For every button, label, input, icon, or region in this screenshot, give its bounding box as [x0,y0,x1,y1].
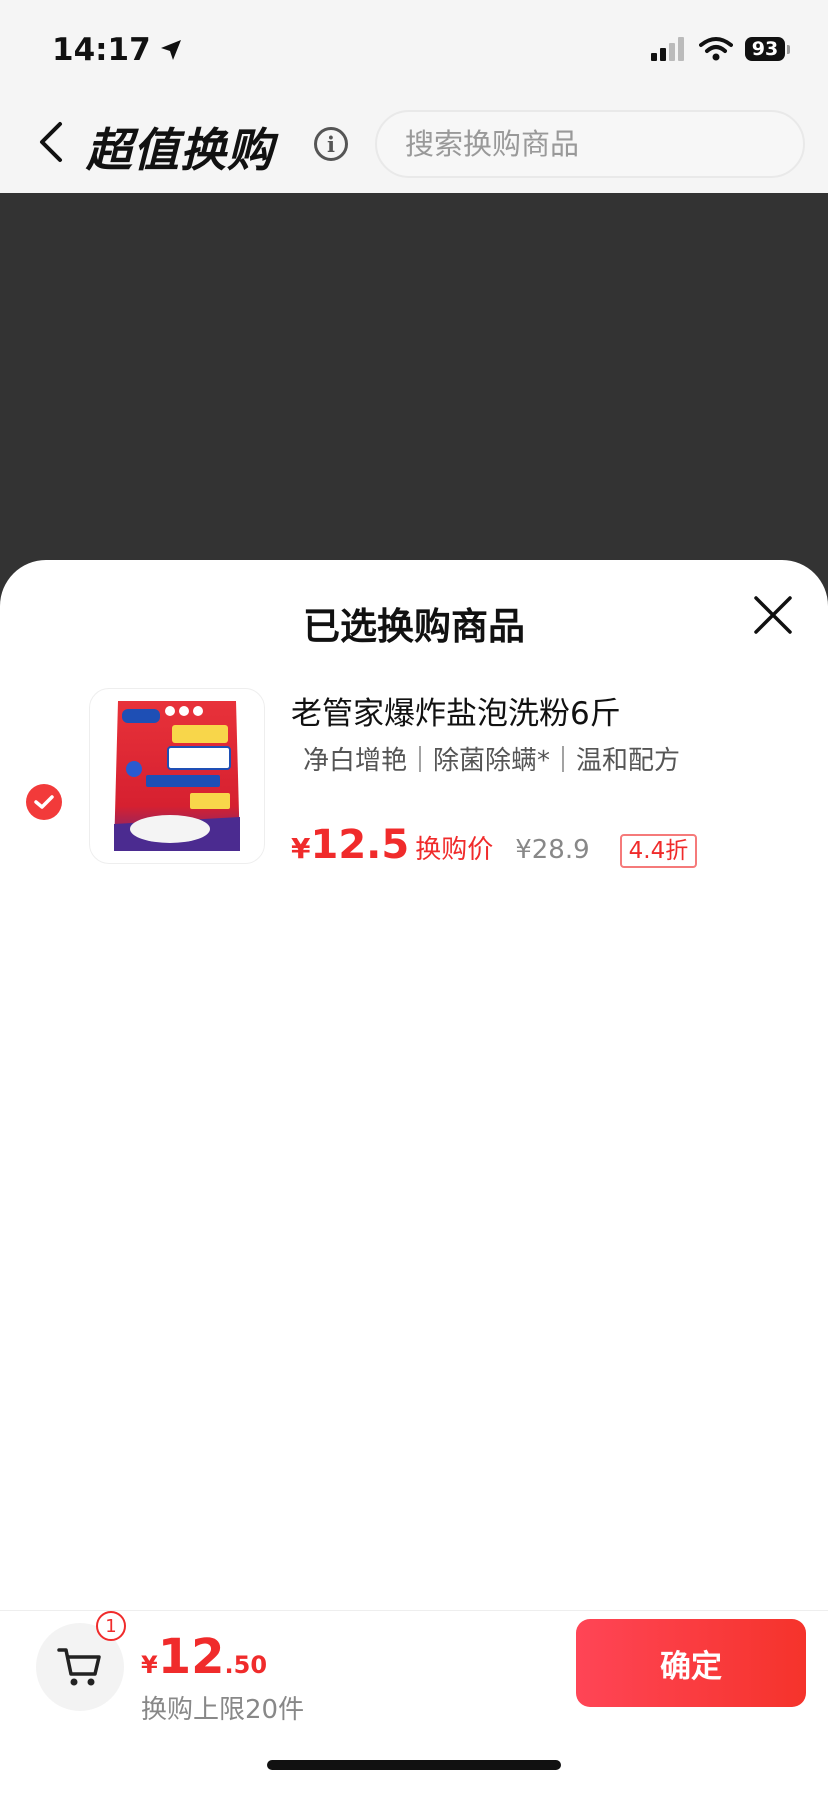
battery: 93 [745,37,790,61]
total-integer: 12 [157,1629,225,1685]
status-icons: 93 [651,36,790,62]
selected-items-sheet: 已选换购商品 老管家爆炸盐泡洗粉6斤 净白增艳｜除菌除螨*｜温和配方 ¥ 12.… [0,560,828,1792]
cart-count-badge: 1 [96,1611,126,1641]
confirm-button[interactable]: 确定 [576,1619,806,1707]
product-image[interactable] [89,688,265,864]
product-tags: 净白增艳｜除菌除螨*｜温和配方 [303,746,681,776]
battery-level: 93 [745,37,785,61]
total-price: ¥ 12 .50 [141,1629,267,1685]
list-item[interactable]: 老管家爆炸盐泡洗粉6斤 净白增艳｜除菌除螨*｜温和配方 ¥ 12.5 换购价 ¥… [0,688,828,868]
product-name: 老管家爆炸盐泡洗粉6斤 [291,696,621,732]
home-indicator[interactable] [267,1760,561,1770]
exchange-limit: 换购上限20件 [141,1695,305,1725]
status-time: 14:17 [52,32,183,68]
sheet-title: 已选换购商品 [303,605,525,648]
signal-icon [651,37,684,61]
battery-tip [787,44,790,54]
exchange-price: 12.5 [310,822,410,868]
top-area: 14:17 93 超值换购 i [0,0,828,193]
exchange-price-label: 换购价 [415,835,494,865]
original-price: ¥28.9 [515,835,590,865]
location-arrow-icon [160,40,181,60]
currency-symbol: ¥ [291,832,311,865]
close-icon[interactable] [752,594,794,636]
search-input[interactable] [403,126,777,162]
search-box[interactable] [375,110,805,178]
discount-badge: 4.4折 [619,834,698,868]
time-text: 14:17 [52,32,151,68]
check-icon[interactable] [26,784,62,820]
total-decimal: .50 [224,1651,268,1679]
cart-icon [57,1648,101,1686]
back-icon[interactable] [34,120,68,164]
info-icon[interactable]: i [314,127,348,161]
wifi-icon [699,37,733,61]
total-currency: ¥ [141,1651,158,1679]
price-row: ¥ 12.5 换购价 ¥28.9 4.4折 [291,822,698,868]
page-title: 超值换购 [86,123,274,177]
